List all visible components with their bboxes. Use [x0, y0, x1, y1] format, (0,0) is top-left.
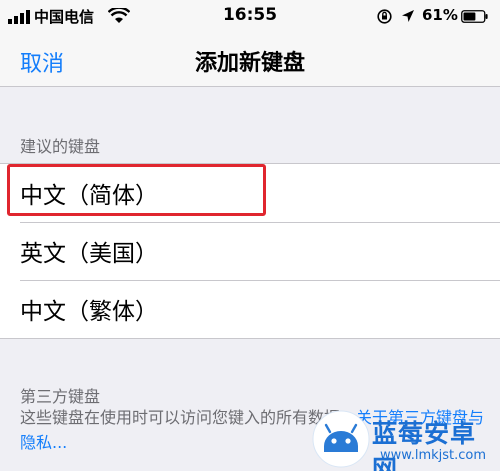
android-logo-icon: [312, 410, 370, 468]
battery-percentage: 61%: [422, 6, 458, 24]
watermark-url: www.lmkjst.com: [380, 448, 487, 463]
keyboard-chinese-traditional[interactable]: 中文（繁体）: [0, 280, 500, 338]
keyboard-english-us[interactable]: 英文（美国）: [0, 222, 500, 280]
location-icon: [402, 10, 414, 22]
navigation-bar: 取消 添加新键盘: [0, 34, 500, 87]
keyboard-chinese-simplified[interactable]: 中文（简体）: [0, 164, 500, 222]
third-party-keyboards-header: 第三方键盘: [20, 387, 101, 406]
list-item-label: 中文（简体）: [20, 183, 158, 209]
watermark: 蓝莓安卓网 www.lmkjst.com: [300, 408, 500, 471]
add-keyboard-screen: 中国电信 16:55 61% 取消 添加新键盘 建议的键盘 中文（简体） 英文（…: [0, 0, 500, 471]
list-item-label: 英文（美国）: [20, 241, 158, 267]
suggested-keyboards-list: 中文（简体） 英文（美国） 中文（繁体）: [0, 163, 500, 339]
orientation-lock-icon: [377, 9, 392, 24]
suggested-keyboards-header: 建议的键盘: [20, 137, 101, 156]
battery-icon: [461, 10, 488, 23]
status-bar: 中国电信 16:55 61%: [0, 0, 500, 34]
page-title: 添加新键盘: [194, 51, 305, 76]
list-item-label: 中文（繁体）: [20, 299, 158, 325]
